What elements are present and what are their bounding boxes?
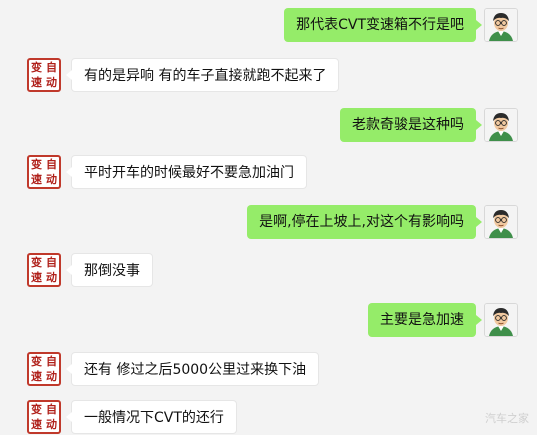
cartoon-man-icon <box>485 109 517 141</box>
message-bubble[interactable]: 有的是异响 有的车子直接就跑不起来了 <box>65 58 340 92</box>
avatar-char: 动 <box>46 370 57 383</box>
avatar-char: 变 <box>31 256 42 269</box>
avatar-char: 速 <box>31 173 42 186</box>
avatar-char: 动 <box>46 271 57 284</box>
avatar-char: 自 <box>46 355 57 368</box>
shop-avatar[interactable]: 变 自 速 动 <box>27 253 61 287</box>
message-bubble[interactable]: 那倒没事 <box>66 253 153 287</box>
avatar-char: 动 <box>46 173 57 186</box>
avatar-char: 自 <box>46 256 57 269</box>
avatar-char: 动 <box>46 76 57 89</box>
shop-avatar[interactable]: 变 自 速 动 <box>27 58 61 92</box>
cartoon-man-icon <box>485 206 517 238</box>
message-bubble[interactable]: 平时开车的时候最好不要急加油门 <box>66 155 307 189</box>
message-bubble[interactable]: 还有 修过之后5000公里过来换下油 <box>65 352 320 386</box>
message-bubble[interactable]: 一般情况下CVT的还行 <box>66 400 237 434</box>
shop-avatar[interactable]: 变 自 速 动 <box>27 155 61 189</box>
cartoon-man-icon <box>485 304 517 336</box>
avatar-char: 速 <box>31 271 42 284</box>
avatar-char: 变 <box>31 355 42 368</box>
message-bubble[interactable]: 那代表CVT变速箱不行是吧 <box>284 8 482 42</box>
avatar-char: 变 <box>31 403 42 416</box>
avatar-char: 自 <box>46 158 57 171</box>
avatar-char: 自 <box>46 403 57 416</box>
user-avatar[interactable] <box>484 303 518 337</box>
user-avatar[interactable] <box>484 108 518 142</box>
avatar-char: 变 <box>31 61 42 74</box>
message-bubble[interactable]: 老款奇骏是这种吗 <box>340 108 482 142</box>
watermark: 汽车之家 <box>485 412 529 425</box>
avatar-char: 自 <box>46 61 57 74</box>
avatar-char: 速 <box>31 76 42 89</box>
message-bubble[interactable]: 是啊,停在上坡上,对这个有影响吗 <box>247 205 482 239</box>
avatar-char: 动 <box>46 418 57 431</box>
avatar-char: 速 <box>31 418 42 431</box>
message-bubble[interactable]: 主要是急加速 <box>368 303 482 337</box>
avatar-char: 变 <box>31 158 42 171</box>
user-avatar[interactable] <box>484 8 518 42</box>
avatar-char: 速 <box>31 370 42 383</box>
user-avatar[interactable] <box>484 205 518 239</box>
shop-avatar[interactable]: 变 自 速 动 <box>27 352 61 386</box>
shop-avatar[interactable]: 变 自 速 动 <box>27 400 61 434</box>
cartoon-man-icon <box>485 9 517 41</box>
